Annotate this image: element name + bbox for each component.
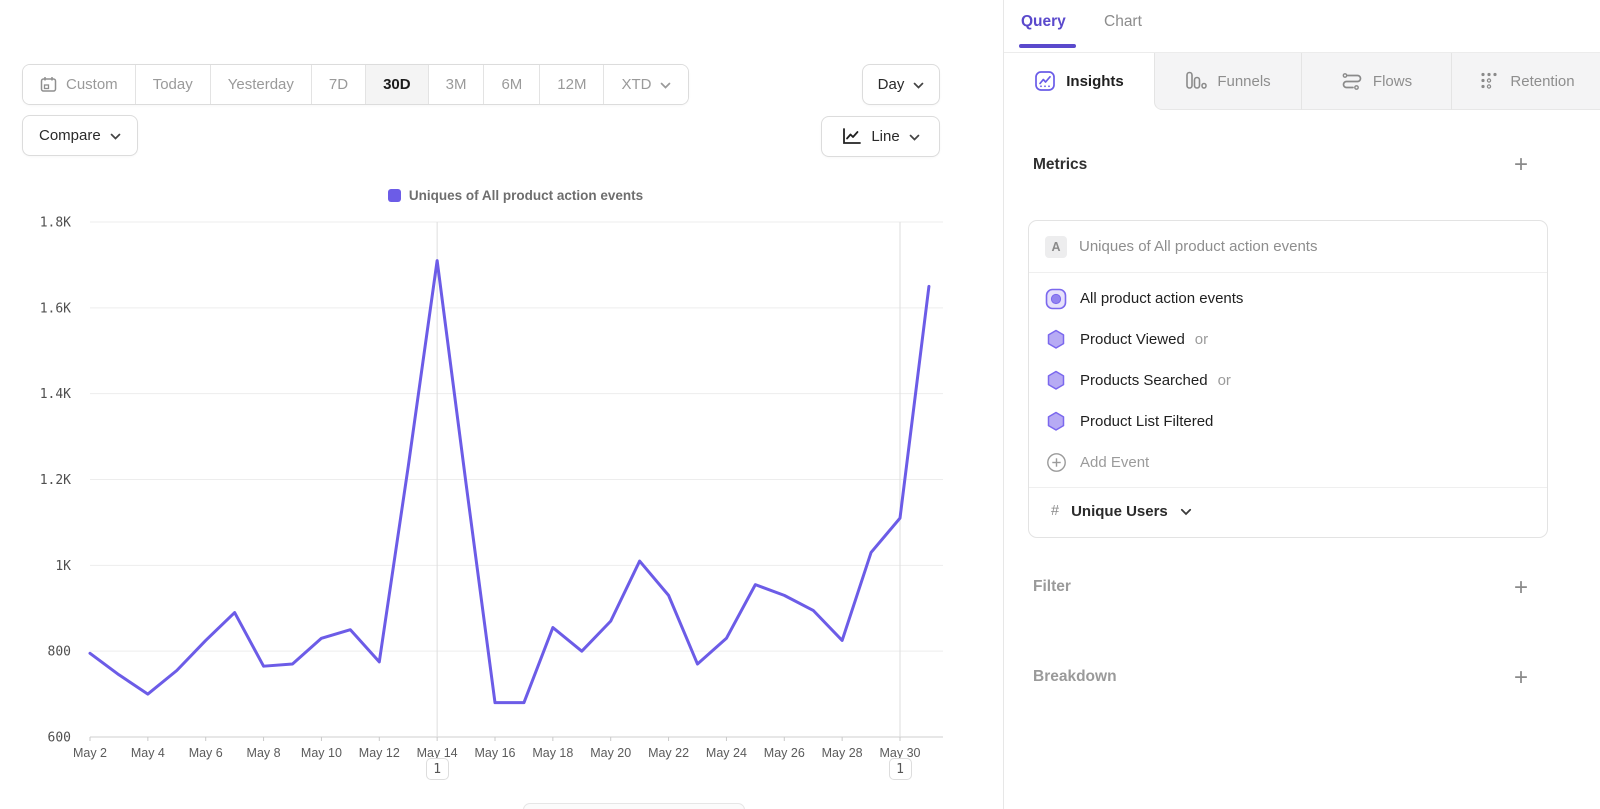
svg-text:May 12: May 12 [359,746,400,760]
range-today[interactable]: Today [135,65,210,104]
svg-text:May 2: May 2 [73,746,107,760]
calendar-icon [40,74,57,96]
hash-icon: # [1051,503,1059,519]
svg-text:May 28: May 28 [822,746,863,760]
range-label: Custom [66,76,118,93]
event-row-products-searched[interactable]: Products Searched or [1029,360,1547,401]
annotation-badge[interactable]: 1 [889,758,912,780]
add-breakdown-button[interactable]: + [1508,665,1534,691]
filter-section-title: Filter [1033,578,1071,596]
series-letter-badge: A [1045,236,1067,258]
metric-card-header[interactable]: A Uniques of All product action events [1029,221,1547,273]
date-range-selector: Custom Today Yesterday 7D 30D 3M 6M 12M … [22,64,689,105]
svg-text:600: 600 [48,731,71,746]
svg-text:May 10: May 10 [301,746,342,760]
flows-icon [1341,70,1363,92]
breakdown-section-title: Breakdown [1033,668,1117,686]
metric-card: A Uniques of All product action events A… [1028,220,1548,538]
chevron-down-icon [110,133,121,140]
range-custom[interactable]: Custom [23,65,135,104]
add-metric-button[interactable]: + [1508,152,1534,178]
svg-text:May 26: May 26 [764,746,805,760]
circle-plus-icon [1045,452,1067,474]
svg-text:1.8K: 1.8K [40,216,71,231]
tab-flows[interactable]: Flows [1301,53,1451,110]
svg-text:1K: 1K [55,559,71,574]
insights-icon [1034,70,1056,92]
svg-text:May 4: May 4 [131,746,165,760]
hexagon-icon [1045,329,1067,351]
event-row-all-product-action-events[interactable]: All product action events [1029,278,1547,319]
tab-funnels[interactable]: Funnels [1154,53,1301,110]
add-event-button[interactable]: Add Event [1029,442,1547,483]
svg-text:May 18: May 18 [532,746,573,760]
report-type-tabs: Insights Funnels Flows Retention [1004,52,1600,110]
metrics-section-title: Metrics [1033,156,1087,174]
svg-text:800: 800 [48,645,71,660]
event-row-product-list-filtered[interactable]: Product List Filtered [1029,401,1547,442]
chevron-down-icon [913,82,924,89]
retention-icon [1478,70,1500,92]
svg-text:May 8: May 8 [247,746,281,760]
svg-text:1.6K: 1.6K [40,301,71,316]
chevron-down-icon [909,134,920,141]
svg-text:May 20: May 20 [590,746,631,760]
event-row-product-viewed[interactable]: Product Viewed or [1029,319,1547,360]
line-chart-icon [841,127,862,146]
funnels-icon [1185,70,1207,92]
compare-dropdown[interactable]: Compare [22,115,138,156]
hexagon-icon [1045,370,1067,392]
range-xtd[interactable]: XTD [603,65,688,104]
series-title: Uniques of All product action events [1079,238,1317,255]
measure-dropdown[interactable]: # Unique Users [1029,488,1547,534]
range-yesterday[interactable]: Yesterday [210,65,311,104]
line-chart-svg[interactable]: 600 800 1K 1.2K 1.4K 1.6K 1.8K May 2 May 4 May 6 M… [0,185,985,809]
annotation-badge[interactable]: 1 [426,758,449,780]
range-3m[interactable]: 3M [428,65,484,104]
range-6m[interactable]: 6M [483,65,539,104]
svg-text:1.4K: 1.4K [40,387,71,402]
svg-text:May 6: May 6 [189,746,223,760]
event-list: All product action events Product Viewed… [1029,273,1547,485]
chart-type-dropdown[interactable]: Line [821,116,940,157]
range-7d[interactable]: 7D [311,65,365,104]
svg-text:May 24: May 24 [706,746,747,760]
add-filter-button[interactable]: + [1508,575,1534,601]
panel-top-tabs: Query Chart [1004,0,1600,52]
svg-text:1.2K: 1.2K [40,473,71,488]
active-tab-underline [1019,44,1076,48]
tab-insights[interactable]: Insights [1004,53,1154,110]
granularity-dropdown[interactable]: Day [862,64,940,105]
tab-retention[interactable]: Retention [1451,53,1600,110]
svg-text:May 22: May 22 [648,746,689,760]
custom-event-icon [1045,288,1067,310]
hexagon-icon [1045,411,1067,433]
tab-chart[interactable]: Chart [1104,13,1142,31]
chart-footer-toolbar[interactable] [523,803,745,809]
svg-text:May 16: May 16 [475,746,516,760]
tab-query[interactable]: Query [1021,13,1066,31]
chevron-down-icon [1180,508,1192,516]
query-panel: Query Chart Insights Funnels F [1003,0,1600,809]
chevron-down-icon [660,82,671,89]
line-chart: Uniques of All product action events 600… [0,185,985,809]
range-12m[interactable]: 12M [539,65,603,104]
range-30d[interactable]: 30D [365,65,428,104]
insights-report-page: Custom Today Yesterday 7D 30D 3M 6M 12M … [0,0,1600,809]
